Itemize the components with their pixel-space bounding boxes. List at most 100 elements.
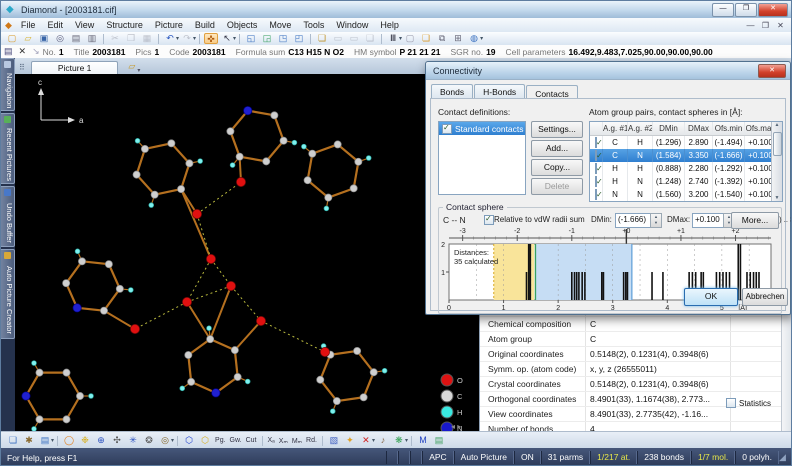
target-icon[interactable]: ◎: [158, 435, 172, 446]
pan-hand-icon[interactable]: ✜: [204, 33, 218, 44]
close-button[interactable]: ✕: [758, 3, 788, 17]
pairs-table-row[interactable]: HN(1.248)2.740(-1.392)+0.100R: [590, 175, 782, 188]
contact-pairs-table[interactable]: A.g. #1A.g. #2DMinDMaxOfs.minOfs.maxCH(1…: [589, 121, 783, 202]
row-check[interactable]: [590, 162, 603, 175]
grid-c-icon[interactable]: ❏: [363, 33, 377, 44]
connect-atoms-icon[interactable]: ✣: [110, 435, 124, 446]
measure-icon[interactable]: M: [416, 435, 430, 446]
add-button[interactable]: Add...: [531, 140, 583, 157]
menu-objects[interactable]: Objects: [221, 19, 264, 31]
structure-close-icon[interactable]: ✕: [19, 46, 27, 57]
pairs-table-row[interactable]: CN(1.584)3.350(-1.666)+0.100R: [590, 149, 782, 162]
cancel-button[interactable]: Abbrechen: [742, 288, 788, 306]
relative-vdw-checkbox[interactable]: [484, 215, 494, 225]
document-diamond-icon[interactable]: ◆: [5, 20, 12, 31]
scroll-down-arrow[interactable]: ▼: [772, 195, 782, 201]
note-icon[interactable]: ♪: [376, 435, 390, 446]
resize-grip[interactable]: ◢: [779, 451, 791, 464]
new-window-icon[interactable]: ❏: [419, 33, 433, 44]
row-check[interactable]: [590, 175, 603, 188]
web-icon[interactable]: ◍: [467, 33, 481, 44]
cell-box-icon[interactable]: ▧: [327, 435, 341, 446]
menu-build[interactable]: Build: [189, 19, 221, 31]
pointer-icon[interactable]: ↖: [220, 33, 234, 44]
grid-a-icon[interactable]: ▭: [331, 33, 345, 44]
title-bar[interactable]: ◆ Diamond - [2003181.cif] — ❐ ✕: [1, 1, 791, 18]
pairs-table-scrollbar[interactable]: ▲▼: [771, 122, 782, 201]
definition-item[interactable]: Standard contacts: [439, 122, 525, 135]
picture-dropdown-arrow[interactable]: ▾: [137, 67, 140, 74]
settings-button[interactable]: Settings...: [531, 121, 583, 138]
property-row[interactable]: Crystal coordinates0.5148(2), 0.1231(4),…: [480, 377, 783, 392]
photo-icon[interactable]: ▤: [432, 435, 446, 446]
pointer-icon-arrow[interactable]: ▾: [233, 35, 236, 42]
sidebar-tab-auto-picture-creator[interactable]: Auto Picture Creator: [1, 249, 15, 339]
orientation-icon[interactable]: ✦: [343, 435, 357, 446]
delete-icon[interactable]: ✕: [359, 435, 373, 446]
packed-spheres-icon[interactable]: ❉: [78, 435, 92, 446]
rd-label[interactable]: Rd.: [306, 437, 317, 444]
tile-icon[interactable]: ⊞: [451, 33, 465, 44]
picture-add-icon[interactable]: ◲: [260, 33, 274, 44]
table-mode-icon-arrow[interactable]: ▾: [399, 35, 402, 42]
ring-icon[interactable]: ◯: [62, 435, 76, 446]
row-checkbox[interactable]: [595, 189, 597, 200]
color-wheel-icon[interactable]: ❋: [392, 435, 406, 446]
pg-label[interactable]: Pg.: [215, 437, 226, 444]
cascade-icon[interactable]: ⧉: [435, 33, 449, 44]
menu-view[interactable]: View: [69, 19, 100, 31]
print-preview-icon[interactable]: ▥: [85, 33, 99, 44]
hexagon-blue-icon[interactable]: ⬡: [182, 435, 196, 446]
copy-button[interactable]: Copy...: [531, 159, 583, 176]
structure-canvas[interactable]: caOCHN◂ ▸: [15, 74, 479, 431]
statistics-checkbox[interactable]: [726, 398, 736, 408]
blank-sheet-icon[interactable]: ▢: [403, 33, 417, 44]
grid-b-icon[interactable]: ▭: [347, 33, 361, 44]
picture-window-icon[interactable]: ◱: [244, 33, 258, 44]
row-checkbox[interactable]: [595, 150, 597, 161]
dock-grid-icon[interactable]: ⠿: [19, 63, 25, 72]
menu-structure[interactable]: Structure: [100, 19, 149, 31]
definition-checkbox[interactable]: [442, 124, 452, 134]
undo-icon[interactable]: ↶: [163, 33, 177, 44]
table-mode-icon[interactable]: Ⅲ: [386, 33, 400, 44]
pairs-table-row[interactable]: NN(1.560)3.200(-1.540)+0.100R: [590, 188, 782, 201]
menu-tools[interactable]: Tools: [297, 19, 330, 31]
gw-label[interactable]: Gw.: [230, 437, 242, 444]
property-row[interactable]: Chemical compositionC: [480, 317, 783, 332]
layout-icon[interactable]: ❏: [315, 33, 329, 44]
menu-edit[interactable]: Edit: [41, 19, 69, 31]
picture-mode-icon-arrow[interactable]: ▾: [51, 437, 54, 444]
xa-label[interactable]: Xₐ: [268, 437, 275, 444]
sidebar-tab-undo-buffer[interactable]: Undo Buffer: [1, 186, 15, 247]
contact-definitions-list[interactable]: Standard contacts: [438, 121, 526, 195]
more-button[interactable]: More...: [731, 212, 779, 229]
build-tools-icon[interactable]: ✱: [22, 435, 36, 446]
picture-full-icon[interactable]: ◰: [292, 33, 306, 44]
pairs-table-row[interactable]: HH(0.888)2.280(-1.292)+0.100R: [590, 162, 782, 175]
scroll-thumb[interactable]: [773, 132, 782, 156]
menu-move[interactable]: Move: [263, 19, 297, 31]
minimize-button[interactable]: —: [712, 3, 734, 17]
paste-icon[interactable]: ▦: [140, 33, 154, 44]
property-row[interactable]: Original coordinates0.5148(2), 0.1231(4)…: [480, 347, 783, 362]
mm-label[interactable]: Mₘ: [292, 437, 302, 445]
dialog-title-bar[interactable]: Connectivity ✕: [426, 62, 790, 80]
picture-edit-icon[interactable]: ◳: [276, 33, 290, 44]
mdi-restore-button[interactable]: ❐: [759, 21, 772, 30]
pick-window-icon[interactable]: ❏: [6, 435, 20, 446]
web-icon-arrow[interactable]: ▾: [480, 35, 483, 42]
tab-picture-1[interactable]: Picture 1: [31, 61, 119, 74]
row-checkbox[interactable]: [595, 176, 597, 187]
redo-icon[interactable]: ↷: [180, 33, 194, 44]
fragment-icon[interactable]: ❂: [142, 435, 156, 446]
picture-mode-icon[interactable]: ▤: [38, 435, 52, 446]
sidebar-tab-navigation[interactable]: Navigation: [1, 58, 15, 111]
add-atom-icon[interactable]: ⊕: [94, 435, 108, 446]
find-icon[interactable]: ◎: [53, 33, 67, 44]
mdi-close-button[interactable]: ✕: [774, 21, 787, 30]
row-checkbox[interactable]: [595, 137, 597, 148]
ok-button[interactable]: OK: [684, 288, 738, 306]
hexagon-yellow-icon[interactable]: ⬡: [198, 435, 212, 446]
sidebar-tab-recent-pictures[interactable]: Recent Pictures: [1, 113, 15, 184]
